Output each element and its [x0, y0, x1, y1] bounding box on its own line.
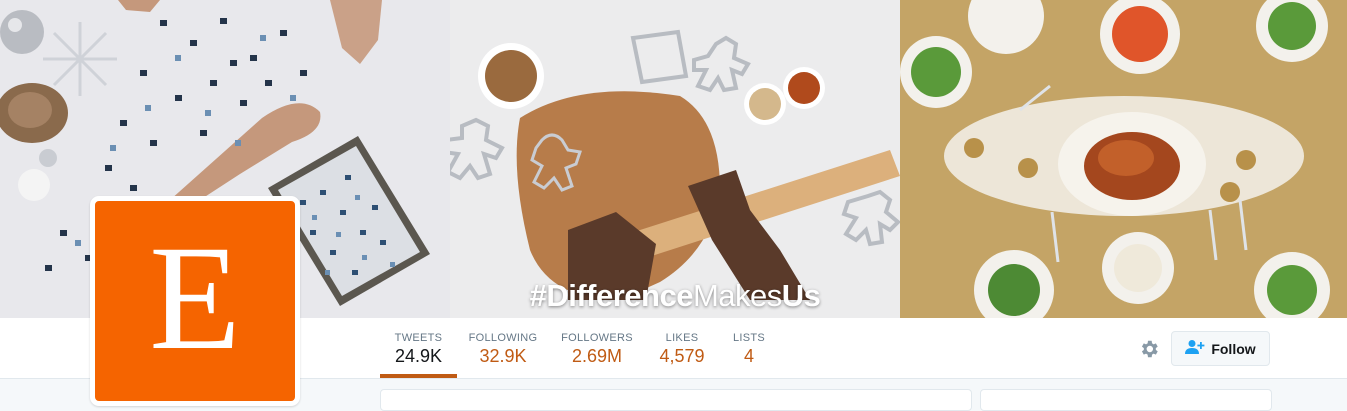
stat-lists-value: 4 [743, 346, 754, 366]
stat-lists-label: LISTS [732, 332, 766, 344]
person-plus-icon [1185, 339, 1205, 358]
stat-following[interactable]: FOLLOWING 32.9K [466, 331, 540, 367]
stat-followers-value: 2.69M [571, 346, 623, 366]
stat-tweets-label: TWEETS [394, 332, 443, 344]
avatar-logo-letter: E [149, 215, 241, 381]
active-tab-underline [380, 374, 457, 378]
stat-followers-label: FOLLOWERS [561, 332, 633, 344]
stat-likes[interactable]: LIKES 4,579 [654, 331, 710, 367]
timeline-card [380, 389, 972, 411]
profile-avatar[interactable]: E [90, 196, 300, 406]
stat-likes-label: LIKES [665, 332, 699, 344]
stat-following-value: 32.9K [479, 346, 527, 366]
stat-following-label: FOLLOWING [468, 332, 538, 344]
stat-followers[interactable]: FOLLOWERS 2.69M [558, 331, 636, 367]
stat-likes-value: 4,579 [659, 346, 705, 366]
hashtag-part-1: #Difference [529, 278, 694, 313]
banner-dinner-photo [900, 0, 1347, 318]
gear-icon[interactable] [1138, 338, 1160, 360]
campaign-hashtag: #DifferenceMakesUs [450, 278, 900, 314]
follow-button[interactable]: Follow [1171, 331, 1270, 366]
hashtag-part-2: Makes [692, 278, 782, 313]
stat-tweets-value: 24.9K [394, 346, 443, 366]
stat-lists[interactable]: LISTS 4 [728, 331, 770, 367]
banner-baking-photo: #DifferenceMakesUs [450, 0, 900, 318]
hashtag-part-3: Us [781, 278, 821, 313]
sidebar-card [980, 389, 1272, 411]
follow-button-label: Follow [1211, 340, 1256, 357]
stat-tweets[interactable]: TWEETS 24.9K [380, 331, 457, 367]
